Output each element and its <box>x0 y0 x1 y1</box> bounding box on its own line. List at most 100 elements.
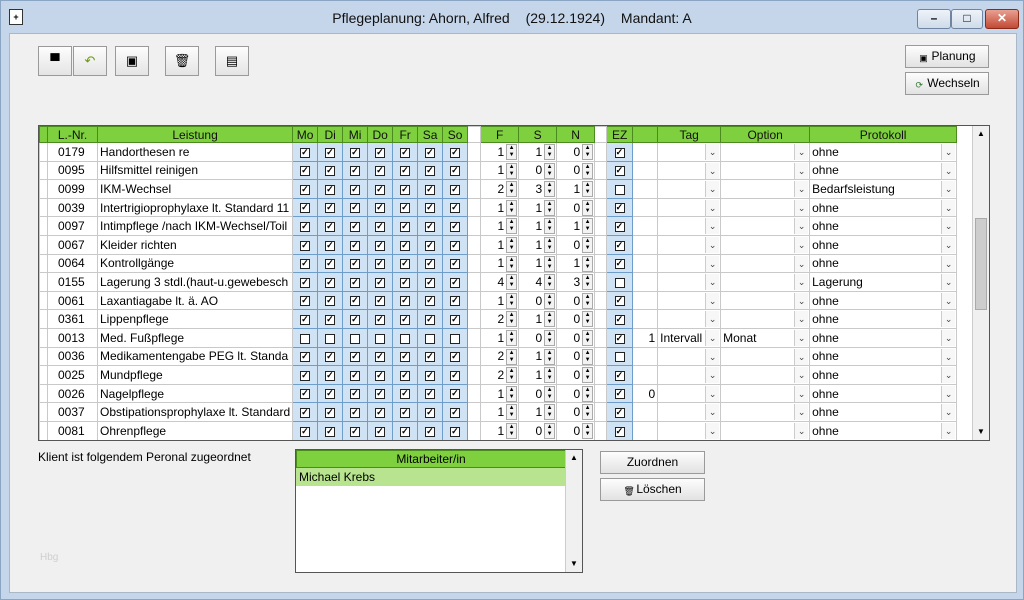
day-checkbox[interactable] <box>350 350 361 363</box>
stepper-arrows[interactable]: ▲ ▼ <box>506 236 518 253</box>
cell-protokoll-dropdown[interactable]: ohne ⌄ <box>809 327 958 348</box>
day-checkbox[interactable] <box>325 350 336 363</box>
day-checkbox[interactable] <box>400 146 411 158</box>
cell-tag-dropdown[interactable]: ⌄ <box>657 179 722 199</box>
cell-protokoll-dropdown[interactable]: ohne ⌄ <box>809 365 958 385</box>
cell-option-dropdown[interactable]: ⌄ <box>720 383 811 404</box>
column-header[interactable]: Leistung <box>96 126 294 143</box>
ez-checkbox[interactable] <box>614 146 625 158</box>
column-header[interactable]: L.-Nr. <box>47 126 98 143</box>
assign-button[interactable]: Zuordnen <box>600 451 705 474</box>
row-indicator[interactable] <box>39 420 48 440</box>
day-checkbox[interactable] <box>450 257 461 270</box>
column-header[interactable]: So <box>442 126 469 143</box>
cell-tag-dropdown[interactable]: ⌄ <box>657 272 722 292</box>
stepper-arrows[interactable]: ▲ ▼ <box>506 181 518 198</box>
day-checkbox[interactable] <box>325 201 336 214</box>
day-checkbox[interactable] <box>300 146 311 158</box>
table-row[interactable]: 0155Lagerung 3 stdl.(haut-u.gewebesch4▲▼… <box>39 272 958 292</box>
stepper-arrows[interactable]: ▲ ▼ <box>544 422 556 439</box>
stepper-arrows[interactable]: ▲ ▼ <box>506 385 518 402</box>
day-checkbox[interactable] <box>375 183 386 195</box>
stepper-arrows[interactable]: ▲ ▼ <box>544 144 556 160</box>
undo-button[interactable]: ↶ <box>73 46 107 76</box>
chevron-down-icon[interactable]: ⌄ <box>705 404 720 421</box>
day-checkbox[interactable] <box>425 146 436 158</box>
table-row[interactable]: 0036Medikamentengabe PEG lt. Standa2▲▼1▲… <box>39 346 958 367</box>
day-checkbox[interactable] <box>375 164 386 177</box>
staff-scroll-up-icon[interactable]: ▲ <box>566 450 582 466</box>
table-row[interactable]: 0037Obstipationsprophylaxe lt. Standard 1… <box>39 402 958 422</box>
day-checkbox[interactable] <box>425 276 436 288</box>
close-button[interactable]: ✕ <box>985 9 1019 29</box>
stepper-arrows[interactable]: ▲ ▼ <box>582 385 594 402</box>
wechseln-button[interactable]: ⟳ Wechseln <box>905 72 989 95</box>
row-indicator[interactable] <box>39 142 48 162</box>
day-checkbox[interactable] <box>450 220 461 232</box>
print-button[interactable]: ▤ <box>215 46 249 76</box>
cell-protokoll-dropdown[interactable]: ohne ⌄ <box>809 234 958 255</box>
day-checkbox[interactable] <box>325 369 336 381</box>
cell-tag-dropdown[interactable]: ⌄ <box>657 383 722 404</box>
cell-option-dropdown[interactable]: ⌄ <box>720 160 811 181</box>
day-checkbox[interactable] <box>400 257 411 270</box>
table-row[interactable]: 0099IKM-Wechsel2▲▼3▲▼1▲▼⌄⌄Bedarfsleistun… <box>39 179 958 199</box>
day-checkbox[interactable] <box>400 294 411 307</box>
day-checkbox[interactable] <box>400 333 411 344</box>
row-indicator[interactable] <box>39 346 48 367</box>
stepper-arrows[interactable]: ▲ ▼ <box>544 162 556 179</box>
ez-checkbox[interactable] <box>614 406 625 418</box>
row-indicator[interactable] <box>39 383 48 404</box>
day-checkbox[interactable] <box>400 201 411 214</box>
day-checkbox[interactable] <box>400 220 411 232</box>
cell-option-dropdown[interactable]: ⌄ <box>720 365 811 385</box>
table-row[interactable]: 0039 Intertrigioprophylaxe lt. Standard 1… <box>39 197 958 218</box>
ez-checkbox[interactable] <box>614 294 625 307</box>
day-checkbox[interactable] <box>375 313 386 325</box>
cell-option-dropdown[interactable]: ⌄ <box>720 290 811 311</box>
day-checkbox[interactable] <box>375 257 386 270</box>
day-checkbox[interactable] <box>350 313 361 325</box>
column-header[interactable]: Di <box>317 126 344 143</box>
day-checkbox[interactable] <box>300 313 311 325</box>
stepper-arrows[interactable]: ▲ ▼ <box>544 329 556 346</box>
ez-checkbox[interactable] <box>614 201 625 214</box>
chevron-down-icon[interactable]: ⌄ <box>941 199 956 216</box>
stepper-arrows[interactable]: ▲ ▼ <box>582 162 594 179</box>
day-checkbox[interactable] <box>300 387 311 400</box>
table-row[interactable]: 0067Kleider richten1▲▼1▲▼0▲▼⌄⌄ohne⌄ <box>39 234 958 255</box>
cell-option-dropdown[interactable]: ⌄ <box>720 216 811 236</box>
stepper-arrows[interactable]: ▲ ▼ <box>582 422 594 439</box>
cell-protokoll-dropdown[interactable]: ohne ⌄ <box>809 253 958 274</box>
chevron-down-icon[interactable]: ⌄ <box>794 236 809 253</box>
row-indicator[interactable] <box>39 253 48 274</box>
chevron-down-icon[interactable]: ⌄ <box>941 274 956 291</box>
chevron-down-icon[interactable]: ⌄ <box>794 181 809 198</box>
stepper-arrows[interactable]: ▲ ▼ <box>506 422 518 439</box>
day-checkbox[interactable] <box>375 220 386 232</box>
chevron-down-icon[interactable]: ⌄ <box>941 162 956 179</box>
day-checkbox[interactable] <box>325 220 336 232</box>
chevron-down-icon[interactable]: ⌄ <box>941 385 956 402</box>
day-checkbox[interactable] <box>350 220 361 232</box>
day-checkbox[interactable] <box>350 276 361 288</box>
stepper-arrows[interactable]: ▲ ▼ <box>506 404 518 421</box>
day-checkbox[interactable] <box>300 164 311 177</box>
stepper-arrows[interactable]: ▲ ▼ <box>582 236 594 253</box>
ez-checkbox[interactable] <box>614 277 625 288</box>
chevron-down-icon[interactable]: ⌄ <box>705 181 720 198</box>
day-checkbox[interactable] <box>300 201 311 214</box>
day-checkbox[interactable] <box>325 183 336 195</box>
stepper-arrows[interactable]: ▲ ▼ <box>582 348 594 365</box>
day-checkbox[interactable] <box>325 146 336 158</box>
ez-checkbox[interactable] <box>614 184 625 195</box>
cell-option-dropdown[interactable]: ⌄ <box>720 142 811 162</box>
stepper-arrows[interactable]: ▲ ▼ <box>582 181 594 198</box>
chevron-down-icon[interactable]: ⌄ <box>941 329 956 346</box>
day-checkbox[interactable] <box>375 333 386 344</box>
day-checkbox[interactable] <box>325 257 336 270</box>
row-indicator[interactable] <box>39 160 48 181</box>
column-header[interactable]: Fr <box>392 126 419 143</box>
cell-option-dropdown[interactable]: ⌄ <box>720 253 811 274</box>
day-checkbox[interactable] <box>425 313 436 325</box>
